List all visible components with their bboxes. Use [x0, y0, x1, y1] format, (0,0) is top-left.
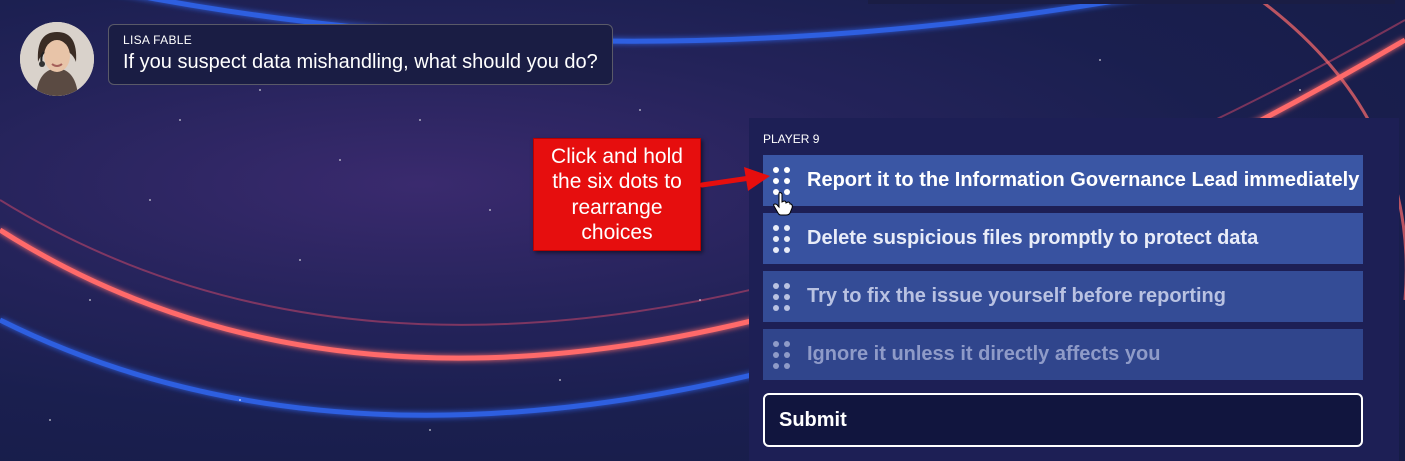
- speech-bubble: LISA FABLE If you suspect data mishandli…: [108, 24, 613, 85]
- instruction-callout: Click and hold the six dots to rearrange…: [533, 138, 701, 251]
- arrow-icon: [700, 167, 770, 191]
- speaker-name: LISA FABLE: [123, 33, 193, 47]
- choice-item-4[interactable]: Ignore it unless it directly affects you: [763, 329, 1363, 380]
- choice-item-3[interactable]: Try to fix the issue yourself before rep…: [763, 271, 1363, 322]
- player-label: PLAYER 9: [763, 132, 820, 146]
- drag-handle-icon[interactable]: [773, 166, 791, 195]
- choice-label: Ignore it unless it directly affects you: [807, 343, 1161, 365]
- choice-item-1[interactable]: Report it to the Information Governance …: [763, 155, 1363, 206]
- answer-panel: PLAYER 9 Report it to the Information Go…: [749, 118, 1399, 461]
- hand-cursor-icon: [773, 192, 793, 216]
- choice-label: Try to fix the issue yourself before rep…: [807, 285, 1226, 307]
- choice-label: Delete suspicious files promptly to prot…: [807, 227, 1259, 249]
- avatar: [20, 22, 94, 96]
- speaker-message: LISA FABLE If you suspect data mishandli…: [20, 22, 613, 96]
- drag-handle-icon[interactable]: [773, 282, 791, 311]
- choice-label: Report it to the Information Governance …: [807, 169, 1360, 191]
- choice-item-2[interactable]: Delete suspicious files promptly to prot…: [763, 213, 1363, 264]
- submit-button[interactable]: Submit: [763, 393, 1363, 447]
- drag-handle-icon[interactable]: [773, 224, 791, 253]
- question-text: If you suspect data mishandling, what sh…: [123, 51, 598, 73]
- drag-handle-icon[interactable]: [773, 340, 791, 369]
- top-bar-strip: [868, 0, 1395, 4]
